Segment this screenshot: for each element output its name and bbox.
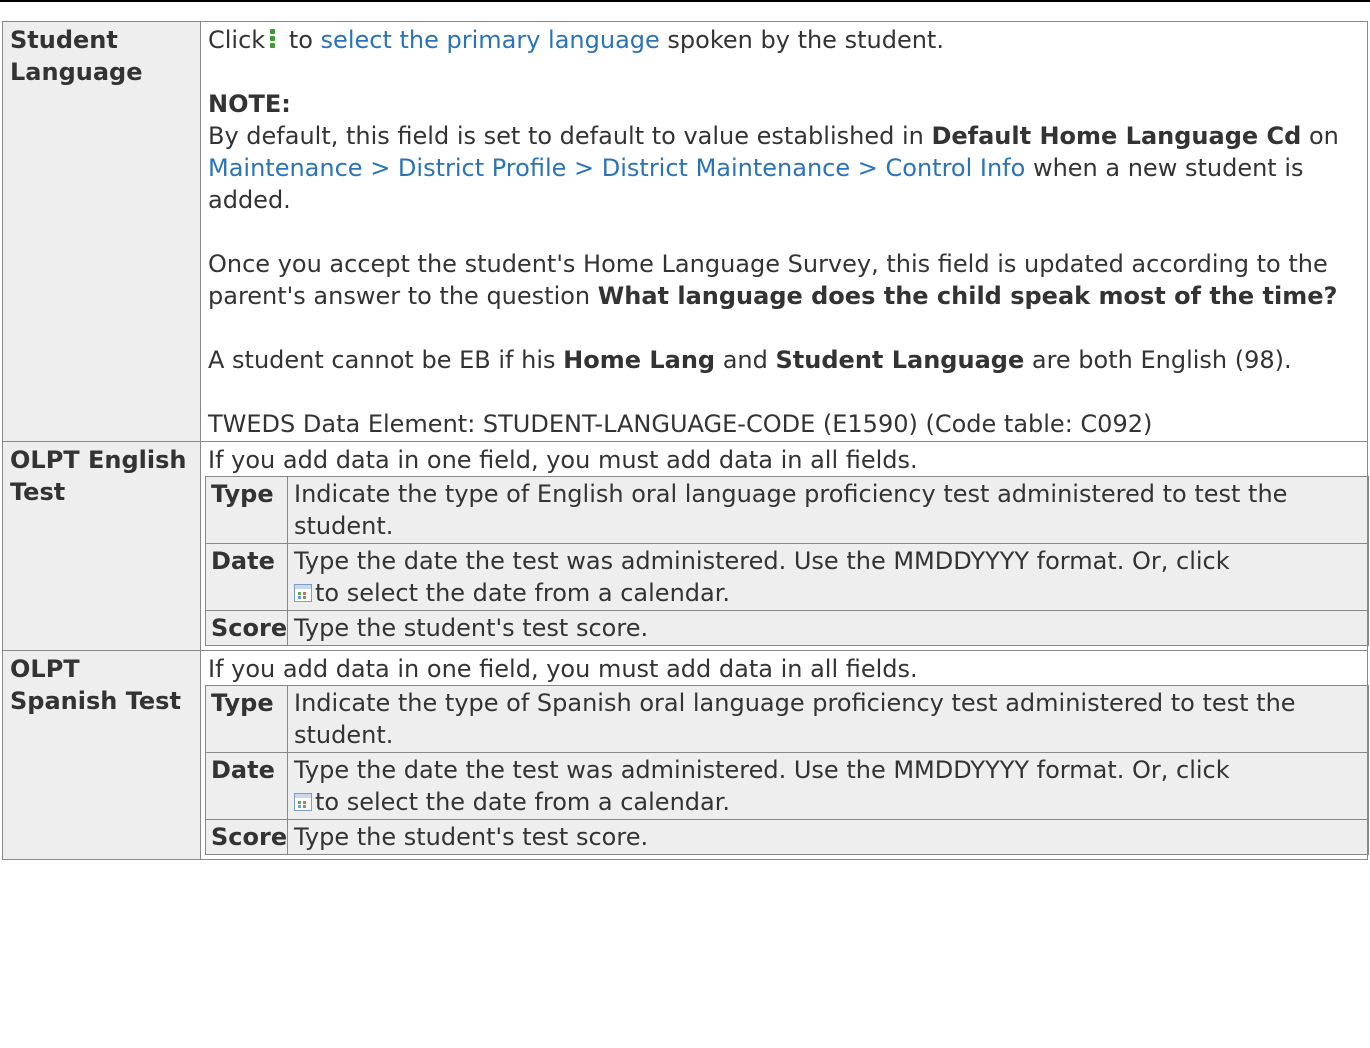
subfield-desc-type: Indicate the type of Spanish oral langua… bbox=[287, 685, 1369, 753]
table-row-olpt-english-test: OLPT English Test If you add data in one… bbox=[2, 441, 1369, 651]
subfield-desc-type: Indicate the type of English oral langua… bbox=[287, 476, 1369, 544]
subfield-row-date: Date Type the date the test was administ… bbox=[205, 543, 1369, 611]
instruction-line: Click to select the primary language spo… bbox=[208, 26, 944, 54]
field-description-student-language: Click to select the primary language spo… bbox=[200, 21, 1368, 442]
calendar-icon bbox=[294, 584, 312, 602]
field-description-olpt-spanish-test: If you add data in one field, you must a… bbox=[200, 650, 1369, 860]
subfield-label-score: Score bbox=[205, 819, 288, 855]
subfield-label-type: Type bbox=[205, 685, 288, 753]
field-label-olpt-english-test: OLPT English Test bbox=[2, 441, 201, 651]
control-info-path-link[interactable]: Maintenance > District Profile > Distric… bbox=[208, 154, 1025, 182]
all-fields-note: If you add data in one field, you must a… bbox=[208, 446, 918, 474]
subfield-desc-date: Type the date the test was administered.… bbox=[287, 543, 1369, 611]
eb-note: A student cannot be EB if his Home Lang … bbox=[208, 346, 1292, 374]
field-label-student-language: Student Language bbox=[2, 21, 201, 442]
subfield-row-score: Score Type the student's test score. bbox=[205, 819, 1369, 855]
top-rule bbox=[0, 0, 1370, 2]
kebab-menu-icon bbox=[267, 27, 277, 51]
olpt-spanish-subfields: Type Indicate the type of Spanish oral l… bbox=[205, 685, 1369, 855]
all-fields-note: If you add data in one field, you must a… bbox=[208, 655, 918, 683]
calendar-icon bbox=[294, 793, 312, 811]
subfield-desc-date: Type the date the test was administered.… bbox=[287, 752, 1369, 820]
subfield-row-date: Date Type the date the test was administ… bbox=[205, 752, 1369, 820]
note-heading: NOTE: bbox=[208, 90, 291, 118]
select-primary-language-link[interactable]: select the primary language bbox=[321, 26, 660, 54]
tweds-element: TWEDS Data Element: STUDENT-LANGUAGE-COD… bbox=[208, 410, 1153, 438]
subfield-row-score: Score Type the student's test score. bbox=[205, 610, 1369, 646]
default-note: By default, this field is set to default… bbox=[208, 122, 1339, 214]
table-row-student-language: Student Language Click to select the pri… bbox=[2, 21, 1368, 442]
subfield-label-type: Type bbox=[205, 476, 288, 544]
survey-note: Once you accept the student's Home Langu… bbox=[208, 250, 1338, 310]
subfield-desc-score: Type the student's test score. bbox=[287, 610, 1369, 646]
olpt-english-subfields: Type Indicate the type of English oral l… bbox=[205, 476, 1369, 646]
field-description-olpt-english-test: If you add data in one field, you must a… bbox=[200, 441, 1369, 651]
subfield-row-type: Type Indicate the type of English oral l… bbox=[205, 476, 1369, 544]
subfield-desc-score: Type the student's test score. bbox=[287, 819, 1369, 855]
field-label-olpt-spanish-test: OLPT Spanish Test bbox=[2, 650, 201, 860]
subfield-label-date: Date bbox=[205, 543, 288, 611]
subfield-row-type: Type Indicate the type of Spanish oral l… bbox=[205, 685, 1369, 753]
subfield-label-score: Score bbox=[205, 610, 288, 646]
subfield-label-date: Date bbox=[205, 752, 288, 820]
field-help-table: Student Language Click to select the pri… bbox=[2, 21, 1369, 860]
table-row-olpt-spanish-test: OLPT Spanish Test If you add data in one… bbox=[2, 650, 1369, 860]
